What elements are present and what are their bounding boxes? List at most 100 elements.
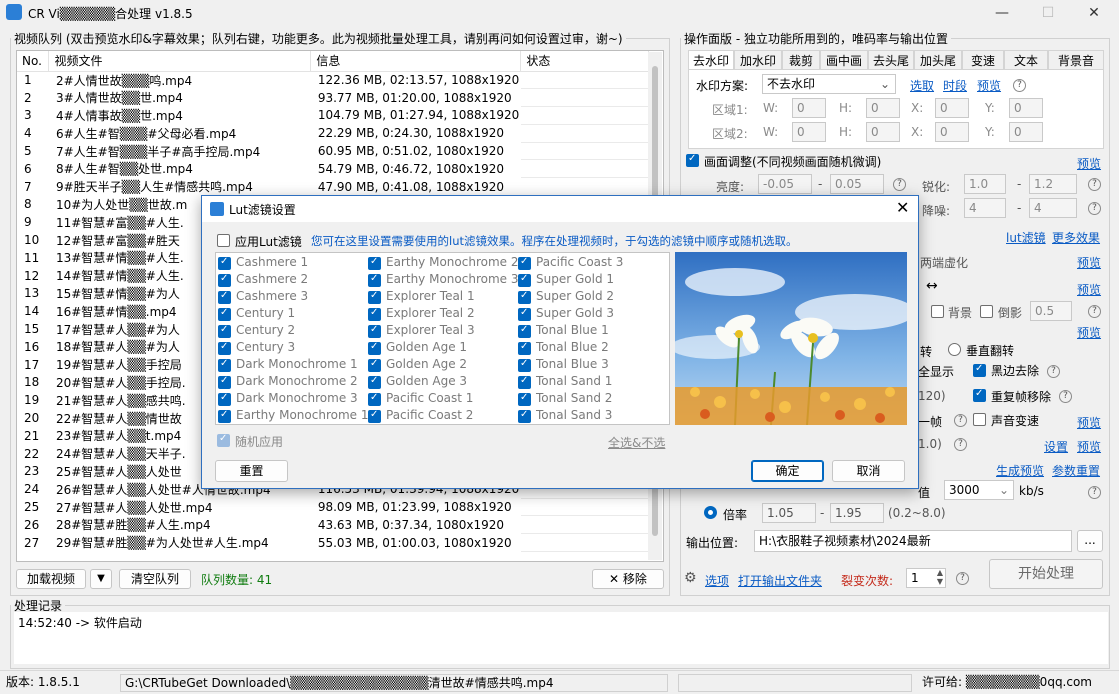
lut-item[interactable]: Tonal Sand 1	[518, 374, 666, 391]
lut-checkbox[interactable]	[368, 392, 381, 406]
tab-remove-watermark[interactable]: 去水印	[688, 50, 734, 70]
lut-checkbox[interactable]	[218, 392, 231, 406]
close-icon[interactable]: ✕	[896, 198, 909, 217]
lut-item[interactable]: Super Gold 2	[518, 289, 666, 306]
help-icon[interactable]: ?	[1059, 390, 1072, 403]
lut-checkbox[interactable]	[218, 341, 231, 355]
lut-item[interactable]: Explorer Teal 3	[368, 323, 516, 340]
denoise-max-input[interactable]: 4	[1029, 198, 1077, 218]
help-icon[interactable]: ?	[954, 414, 967, 427]
dupframe-checkbox[interactable]	[973, 388, 986, 402]
background-checkbox[interactable]	[931, 305, 944, 318]
lut-item[interactable]: Tonal Sand 3	[518, 408, 666, 425]
lut-item[interactable]: Century 2	[218, 323, 366, 340]
output-path-input[interactable]: H:\衣服鞋子视频素材\2024最新	[754, 530, 1072, 552]
lut-item[interactable]: Cashmere 1	[218, 255, 366, 272]
region2-x-input[interactable]: 0	[935, 122, 969, 142]
reflection-checkbox[interactable]	[980, 305, 993, 318]
bitrate-select[interactable]: 3000 ⌄	[944, 480, 1014, 500]
chevron-down-icon[interactable]: ▼	[90, 569, 112, 589]
remove-button[interactable]: ✕ 移除	[592, 569, 664, 589]
column-header-file[interactable]: 视频文件	[48, 51, 312, 72]
column-header-status[interactable]: 状态	[520, 51, 649, 72]
split-input[interactable]: 1 ▲ ▼	[906, 568, 946, 588]
tab-pip[interactable]: 画中画	[820, 50, 868, 70]
lut-item[interactable]: Golden Age 1	[368, 340, 516, 357]
lut-item[interactable]: Cashmere 2	[218, 272, 366, 289]
tab-trim[interactable]: 去头尾	[868, 50, 914, 70]
help-icon[interactable]: ?	[1047, 365, 1060, 378]
lut-checkbox[interactable]	[518, 341, 531, 355]
apply-lut-checkbox[interactable]	[217, 234, 230, 247]
lut-checkbox[interactable]	[368, 256, 381, 270]
minimize-icon[interactable]: —	[979, 0, 1025, 26]
reset-params-link[interactable]: 参数重置	[1052, 462, 1100, 479]
audio-preview-link[interactable]: 预览	[1077, 414, 1101, 431]
ratio-min-input[interactable]: 1.05	[762, 503, 816, 523]
adjust-preview-link[interactable]: 预览	[1077, 155, 1101, 172]
column-header-no[interactable]: No.	[17, 51, 50, 72]
help-icon[interactable]: ?	[954, 438, 967, 451]
help-icon[interactable]: ?	[1088, 486, 1101, 499]
log-box[interactable]: 14:52:40 -> 软件启动	[14, 612, 1108, 664]
table-row[interactable]: 27 29#智慧#胜▒▒#为人处世#人生.mp4 55.03 MB, 01:00.0…	[17, 533, 649, 553]
help-icon[interactable]: ?	[1088, 202, 1101, 215]
timeline-link[interactable]: 时段	[943, 77, 967, 94]
lut-item[interactable]: Tonal Blue 1	[518, 323, 666, 340]
lut-checkbox[interactable]	[218, 307, 231, 321]
lut-item[interactable]: Dark Monochrome 2	[218, 374, 366, 391]
brightness-min-input[interactable]: -0.05	[758, 174, 812, 194]
lut-checkbox[interactable]	[218, 290, 231, 304]
vflip-radio[interactable]	[948, 343, 961, 356]
start-button[interactable]: 开始处理	[989, 559, 1103, 589]
lut-checkbox[interactable]	[218, 358, 231, 372]
lut-checkbox[interactable]	[518, 290, 531, 304]
reset-button[interactable]: 重置	[215, 460, 288, 482]
settings-link[interactable]: 设置	[1044, 438, 1068, 455]
lut-item[interactable]: Explorer Teal 2	[368, 306, 516, 323]
table-row[interactable]: 25 27#智慧#人▒▒人处世.mp4 98.09 MB, 01:23.99, 10…	[17, 498, 649, 517]
preview-link[interactable]: 预览	[977, 77, 1001, 94]
region1-x-input[interactable]: 0	[935, 98, 969, 118]
cancel-button[interactable]: 取消	[832, 460, 905, 482]
more-effects-link[interactable]: 更多效果	[1052, 229, 1100, 246]
generate-preview-link[interactable]: 生成预览	[996, 462, 1044, 479]
ok-button[interactable]: 确定	[751, 460, 824, 482]
lut-filter-link[interactable]: lut滤镜	[1006, 229, 1046, 246]
table-row[interactable]: 6 8#人生#智▒▒处世.mp4 54.79 MB, 0:46.72, 1080x1…	[17, 159, 649, 179]
help-icon[interactable]: ?	[1088, 178, 1101, 191]
help-icon[interactable]: ?	[1013, 79, 1026, 92]
help-icon[interactable]: ?	[1088, 305, 1101, 318]
lut-checkbox[interactable]	[368, 324, 381, 338]
table-row[interactable]: 26 28#智慧#胜▒▒#人生.mp4 43.63 MB, 0:37.34, 108…	[17, 515, 649, 535]
lut-item[interactable]: Golden Age 3	[368, 374, 516, 391]
reflection-preview-link[interactable]: 预览	[1077, 324, 1101, 341]
lut-item[interactable]: Golden Age 2	[368, 357, 516, 374]
close-icon[interactable]: ✕	[1071, 0, 1117, 26]
clear-queue-button[interactable]: 清空队列	[119, 569, 191, 589]
lut-checkbox[interactable]	[518, 256, 531, 270]
load-video-button[interactable]: 加载视频	[16, 569, 86, 589]
lut-item[interactable]: Pacific Coast 1	[368, 391, 516, 408]
select-all-link[interactable]: 全选&不选	[608, 434, 665, 451]
adjust-checkbox[interactable]	[686, 153, 699, 167]
ratio-max-input[interactable]: 1.95	[830, 503, 884, 523]
lut-checkbox[interactable]	[368, 375, 381, 389]
lut-checkbox[interactable]	[518, 358, 531, 372]
lut-item[interactable]: Dark Monochrome 3	[218, 391, 366, 408]
table-row[interactable]: 5 7#人生#智▒▒▒半子#高手控局.mp4 60.95 MB, 0:51.02, …	[17, 142, 649, 161]
lut-checkbox[interactable]	[368, 358, 381, 372]
lut-item[interactable]: Earthy Monochrome 3	[368, 272, 518, 289]
lut-item[interactable]: Super Gold 3	[518, 306, 666, 323]
lut-item[interactable]: Explorer Teal 1	[368, 289, 516, 306]
blur-preview-link[interactable]: 预览	[1077, 254, 1101, 271]
lut-checkbox[interactable]	[368, 341, 381, 355]
lut-checkbox[interactable]	[368, 290, 381, 304]
lut-checkbox[interactable]	[218, 324, 231, 338]
tab-add-ends[interactable]: 加头尾	[914, 50, 962, 70]
reflection-input[interactable]: 0.5	[1030, 301, 1072, 321]
denoise-min-input[interactable]: 4	[964, 198, 1006, 218]
settings-preview-link[interactable]: 预览	[1077, 438, 1101, 455]
lut-checkbox[interactable]	[518, 324, 531, 338]
sharpen-max-input[interactable]: 1.2	[1029, 174, 1077, 194]
